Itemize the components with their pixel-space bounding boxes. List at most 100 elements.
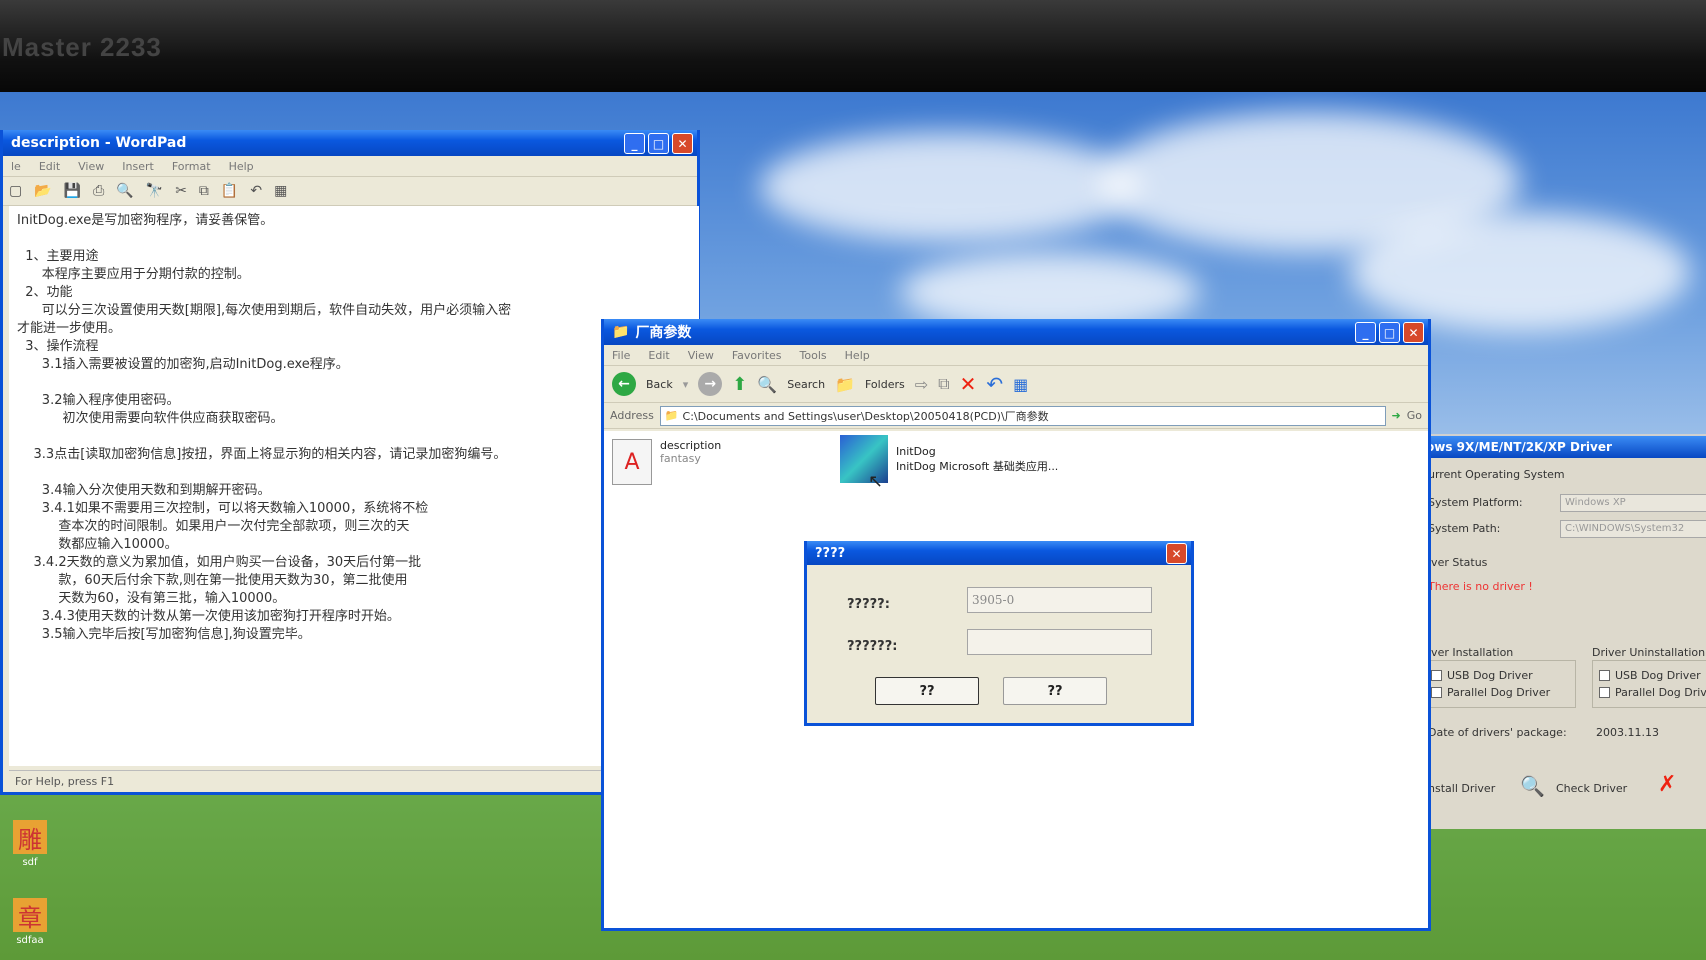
- status-label: iver Status: [1428, 556, 1488, 569]
- checkbox-icon: [1599, 687, 1610, 698]
- save-icon[interactable]: 💾: [64, 183, 81, 199]
- document-line: 查本次的时间限制。如果用户一次付完全部款项，则三次的天: [17, 519, 410, 534]
- minimize-button[interactable]: _: [624, 133, 645, 154]
- back-button[interactable]: Back: [646, 378, 673, 391]
- copy-icon[interactable]: ⧉: [199, 183, 209, 199]
- document-line: 1、主要用途: [17, 249, 99, 264]
- chevron-down-icon[interactable]: ▾: [683, 378, 689, 391]
- install-parallel-checkbox[interactable]: Parallel Dog Driver: [1431, 686, 1575, 699]
- print-icon[interactable]: ⎙: [93, 183, 104, 199]
- folders-button[interactable]: Folders: [865, 378, 905, 391]
- go-button[interactable]: Go: [1407, 409, 1422, 422]
- new-icon[interactable]: ▢: [9, 183, 22, 199]
- desktop-icon-sdf[interactable]: 雕 sdf: [10, 820, 50, 868]
- minimize-button[interactable]: _: [1355, 322, 1376, 343]
- install-driver-button[interactable]: nstall Driver: [1428, 782, 1495, 795]
- cloud: [1350, 212, 1690, 332]
- views-icon[interactable]: ▦: [1013, 375, 1028, 394]
- menu-help[interactable]: Help: [229, 160, 254, 173]
- up-folder-icon[interactable]: ⬆: [732, 374, 747, 395]
- desktop: description - WordPad _ □ ✕ le Edit View…: [0, 92, 1706, 960]
- field1-input[interactable]: [967, 587, 1152, 613]
- document-line: 可以分三次设置使用天数[期限],每次使用到期后，软件自动失效，用户必须输入密: [17, 303, 512, 318]
- document-line: 3.4.3使用天数的计数从第一次使用该加密狗打开程序时开始。: [17, 609, 400, 624]
- dialog-titlebar[interactable]: ???? ✕: [807, 541, 1191, 565]
- menu-view[interactable]: View: [78, 160, 104, 173]
- file-type: InitDog Microsoft 基础类应用...: [896, 460, 1059, 473]
- field2-input[interactable]: [967, 629, 1152, 655]
- cancel-button[interactable]: ??: [1003, 677, 1107, 705]
- install-usb-label: USB Dog Driver: [1447, 669, 1533, 682]
- document-line: 3.4.2天数的意义为累加值，如用户购买一台设备，30天后付第一批: [17, 555, 422, 570]
- document-line: 3.4输入分次使用天数和到期解开密码。: [17, 483, 271, 498]
- menu-file[interactable]: le: [11, 160, 21, 173]
- delete-icon[interactable]: ✕: [960, 372, 977, 396]
- menu-view[interactable]: View: [688, 349, 714, 362]
- document-line: 本程序主要应用于分期付款的控制。: [17, 267, 250, 282]
- ok-button[interactable]: ??: [875, 677, 979, 705]
- address-value: C:\Documents and Settings\user\Desktop\2…: [682, 409, 1049, 423]
- forward-arrow-icon[interactable]: →: [698, 372, 723, 396]
- desktop-icon-sdfaa[interactable]: 章 sdfaa: [10, 898, 50, 946]
- desktop-icon-label: sdf: [22, 857, 38, 868]
- document-line: 3.2输入程序使用密码。: [17, 393, 180, 408]
- open-icon[interactable]: 📂: [34, 183, 51, 199]
- path-field: C:\WINDOWS\System32: [1560, 520, 1706, 538]
- checkbox-icon: [1599, 670, 1610, 681]
- wordpad-titlebar[interactable]: description - WordPad _ □ ✕: [3, 130, 697, 156]
- maximize-button[interactable]: □: [648, 133, 669, 154]
- mouse-cursor-icon: ↖: [868, 471, 884, 492]
- install-usb-checkbox[interactable]: USB Dog Driver: [1431, 669, 1575, 682]
- menu-help[interactable]: Help: [845, 349, 870, 362]
- folder-icon: 📁: [664, 409, 679, 422]
- menu-edit[interactable]: Edit: [648, 349, 669, 362]
- copy-to-icon[interactable]: ⧉: [938, 374, 949, 394]
- maximize-button[interactable]: □: [1379, 322, 1400, 343]
- menu-file[interactable]: File: [612, 349, 630, 362]
- folders-icon[interactable]: 📁: [835, 375, 855, 394]
- undo-icon[interactable]: ↶: [250, 183, 262, 199]
- document-line: 3、操作流程: [17, 339, 99, 354]
- document-line: 天数为60，没有第三批，输入10000。: [17, 591, 286, 606]
- uninstall-usb-checkbox[interactable]: USB Dog Driver: [1599, 669, 1706, 682]
- menu-edit[interactable]: Edit: [39, 160, 60, 173]
- search-button[interactable]: Search: [787, 378, 825, 391]
- current-os-label: urrent Operating System: [1428, 468, 1565, 481]
- check-driver-button[interactable]: Check Driver: [1556, 782, 1627, 795]
- undo-icon[interactable]: ↶: [986, 372, 1003, 396]
- print-preview-icon[interactable]: 🔍: [116, 183, 133, 199]
- explorer-title: 厂商参数: [635, 325, 692, 341]
- close-button[interactable]: ✕: [1166, 543, 1187, 564]
- menu-format[interactable]: Format: [172, 160, 211, 173]
- back-arrow-icon[interactable]: ←: [612, 372, 636, 396]
- explorer-menubar: File Edit View Favorites Tools Help: [604, 345, 1428, 365]
- platform-label: System Platform:: [1428, 496, 1523, 509]
- datetime-icon[interactable]: ▦: [274, 183, 287, 199]
- cut-icon[interactable]: ✂: [175, 183, 187, 199]
- close-button[interactable]: ✕: [1403, 322, 1424, 343]
- move-to-icon[interactable]: ⇨: [915, 375, 928, 394]
- desktop-icon-label: sdfaa: [16, 935, 44, 946]
- find-icon[interactable]: 🔭: [146, 183, 163, 199]
- explorer-titlebar[interactable]: 📁 厂商参数 _ □ ✕: [604, 319, 1428, 345]
- shortcut-icon: 雕: [13, 820, 47, 854]
- address-bar: Address 📁 C:\Documents and Settings\user…: [604, 403, 1428, 429]
- magnifier-icon: 🔍: [1520, 774, 1545, 798]
- document-line: 3.3点击[读取加密狗信息]按扭，界面上将显示狗的相关内容，请记录加密狗编号。: [17, 447, 507, 462]
- go-arrow-icon[interactable]: ➜: [1392, 409, 1401, 422]
- close-button[interactable]: ✕: [672, 133, 693, 154]
- uninstall-parallel-checkbox[interactable]: Parallel Dog Driver: [1599, 686, 1706, 699]
- wordpad-document[interactable]: InitDog.exe是写加密狗程序，请妥善保管。 1、主要用途 本程序主要应用…: [9, 206, 699, 766]
- menu-tools[interactable]: Tools: [800, 349, 827, 362]
- menu-insert[interactable]: Insert: [122, 160, 154, 173]
- menu-favorites[interactable]: Favorites: [732, 349, 782, 362]
- shortcut-icon: 章: [13, 898, 47, 932]
- file-description[interactable]: A description fantasy: [612, 439, 721, 485]
- uninstall-group-label: Driver Uninstallation: [1592, 646, 1706, 659]
- paste-icon[interactable]: 📋: [221, 183, 238, 199]
- search-icon[interactable]: 🔍: [757, 375, 777, 394]
- exit-x-icon[interactable]: ✗: [1658, 772, 1676, 797]
- address-field[interactable]: 📁 C:\Documents and Settings\user\Desktop…: [659, 405, 1386, 426]
- install-group: USB Dog Driver Parallel Dog Driver: [1424, 660, 1576, 708]
